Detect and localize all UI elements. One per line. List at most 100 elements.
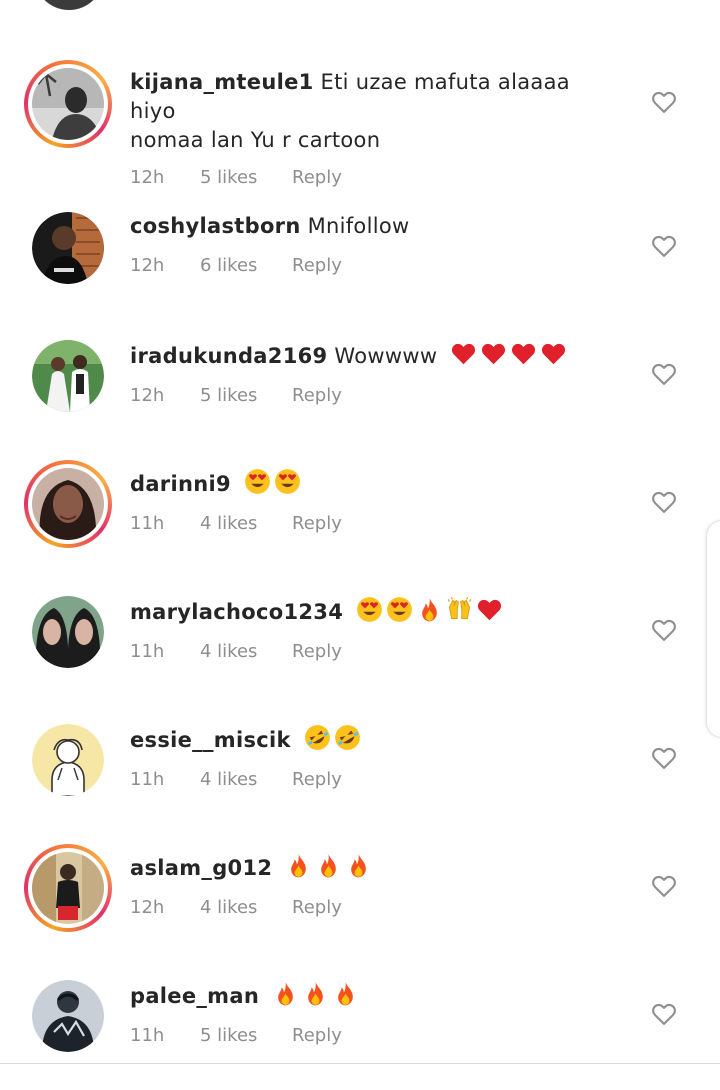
like-button[interactable]	[650, 616, 678, 644]
comment-username[interactable]: kijana_mteule1	[130, 70, 314, 94]
comment-body: kijana_mteule1 Eti uzae mafuta alaaaa hi…	[130, 68, 600, 188]
comment-likes[interactable]: 5 likes	[200, 385, 292, 406]
comment-item: coshylastborn Mnifollow 12h 6 likes Repl…	[0, 212, 720, 322]
like-button[interactable]	[650, 488, 678, 516]
red-heart-icon	[540, 340, 567, 367]
fire-icon	[416, 596, 443, 623]
reply-button[interactable]: Reply	[292, 513, 342, 534]
comment-item: darinni9 11h 4 likes Reply	[0, 460, 720, 578]
comment-likes[interactable]: 5 likes	[200, 167, 292, 188]
heart-outline-icon	[650, 88, 678, 116]
red-heart-icon	[450, 340, 477, 367]
comment-username[interactable]: marylachoco1234	[130, 600, 343, 624]
red-heart-icon	[510, 340, 537, 367]
comment-username[interactable]: darinni9	[130, 472, 231, 496]
like-button[interactable]	[650, 1000, 678, 1028]
reply-button[interactable]: Reply	[292, 769, 342, 790]
comment-text-line2: nomaa lan Yu r cartoon	[130, 128, 381, 152]
avatar[interactable]	[32, 724, 104, 796]
comment-username[interactable]: palee_man	[130, 984, 259, 1008]
comment-time: 12h	[130, 167, 165, 188]
raising-hands-icon	[446, 596, 473, 623]
comment-meta: 11h 4 likes Reply	[130, 641, 600, 662]
comment-meta: 11h 4 likes Reply	[130, 769, 600, 790]
emoji-row	[304, 724, 361, 751]
like-button[interactable]	[650, 88, 678, 116]
avatar	[32, 852, 104, 924]
comment-time: 11h	[130, 513, 165, 534]
comment-item: iradukunda2169 Wowwww 12h 5 likes Reply	[0, 340, 720, 450]
comment-meta: 12h 5 likes Reply	[130, 167, 600, 188]
comment-likes[interactable]: 6 likes	[200, 255, 292, 276]
reply-button[interactable]: Reply	[292, 641, 342, 662]
fire-icon	[345, 852, 372, 879]
comment-body: marylachoco1234 11h 4 likes Reply	[130, 596, 600, 662]
comment-likes[interactable]: 4 likes	[200, 641, 292, 662]
comment-body: palee_man 11h 5 likes Reply	[130, 980, 600, 1046]
reply-button[interactable]: Reply	[292, 255, 342, 276]
rolling-laughing-icon	[334, 724, 361, 751]
fire-icon	[315, 852, 342, 879]
red-heart-icon	[476, 596, 503, 623]
fire-icon	[272, 980, 299, 1007]
emoji-row	[356, 596, 503, 623]
comment-time: 11h	[130, 641, 165, 662]
comment-likes[interactable]: 4 likes	[200, 897, 292, 918]
like-button[interactable]	[650, 360, 678, 388]
comment-likes[interactable]: 5 likes	[200, 1025, 292, 1046]
reply-button[interactable]: Reply	[292, 897, 342, 918]
comment-time: 12h	[130, 255, 165, 276]
comment-username[interactable]: aslam_g012	[130, 856, 272, 880]
reply-button[interactable]: Reply	[292, 385, 342, 406]
heart-eyes-icon	[244, 468, 271, 495]
comment-time: 12h	[130, 385, 165, 406]
reply-button[interactable]: Reply	[292, 167, 342, 188]
heart-eyes-icon	[274, 468, 301, 495]
comment-text: Wowwww	[334, 344, 438, 368]
avatar[interactable]	[32, 212, 104, 284]
like-button[interactable]	[650, 872, 678, 900]
avatar	[32, 468, 104, 540]
avatar[interactable]	[32, 596, 104, 668]
emoji-row	[285, 852, 372, 879]
comment-item: essie__miscik 11h 4 likes Reply	[0, 724, 720, 834]
comment-likes[interactable]: 4 likes	[200, 769, 292, 790]
comment-time: 11h	[130, 1025, 165, 1046]
comment-meta: 11h 5 likes Reply	[130, 1025, 600, 1046]
emoji-row	[244, 468, 301, 495]
heart-outline-icon	[650, 232, 678, 260]
comment-item: aslam_g012 12h 4 likes Reply	[0, 844, 720, 962]
heart-outline-icon	[650, 616, 678, 644]
avatar-story-ring[interactable]	[24, 460, 112, 548]
avatar[interactable]	[32, 980, 104, 1052]
emoji-row	[450, 340, 567, 367]
fire-icon	[285, 852, 312, 879]
rolling-laughing-icon	[304, 724, 331, 751]
comment-likes[interactable]: 4 likes	[200, 513, 292, 534]
red-heart-icon	[480, 340, 507, 367]
heart-outline-icon	[650, 488, 678, 516]
comment-meta: 12h 6 likes Reply	[130, 255, 600, 276]
comment-body: aslam_g012 12h 4 likes Reply	[130, 852, 600, 918]
reply-button[interactable]: Reply	[292, 1025, 342, 1046]
comment-item: kijana_mteule1 Eti uzae mafuta alaaaa hi…	[0, 60, 720, 188]
comment-body: essie__miscik 11h 4 likes Reply	[130, 724, 600, 790]
heart-outline-icon	[650, 744, 678, 772]
avatar-story-ring[interactable]	[24, 60, 112, 148]
comment-body: coshylastborn Mnifollow 12h 6 likes Repl…	[130, 212, 600, 276]
like-button[interactable]	[650, 744, 678, 772]
comment-item: marylachoco1234 11h 4 likes Reply	[0, 596, 720, 706]
edge-panel-handle[interactable]	[706, 520, 720, 738]
like-button[interactable]	[650, 232, 678, 260]
comment-body: iradukunda2169 Wowwww 12h 5 likes Reply	[130, 340, 600, 406]
comment-meta: 11h 4 likes Reply	[130, 513, 600, 534]
comment-meta: 12h 5 likes Reply	[130, 385, 600, 406]
comment-username[interactable]: coshylastborn	[130, 214, 301, 238]
comment-username[interactable]: essie__miscik	[130, 728, 291, 752]
avatar-story-ring[interactable]	[24, 844, 112, 932]
emoji-row	[272, 980, 359, 1007]
comment-username[interactable]: iradukunda2169	[130, 344, 327, 368]
avatar[interactable]	[32, 340, 104, 412]
heart-outline-icon	[650, 872, 678, 900]
fire-icon	[302, 980, 329, 1007]
